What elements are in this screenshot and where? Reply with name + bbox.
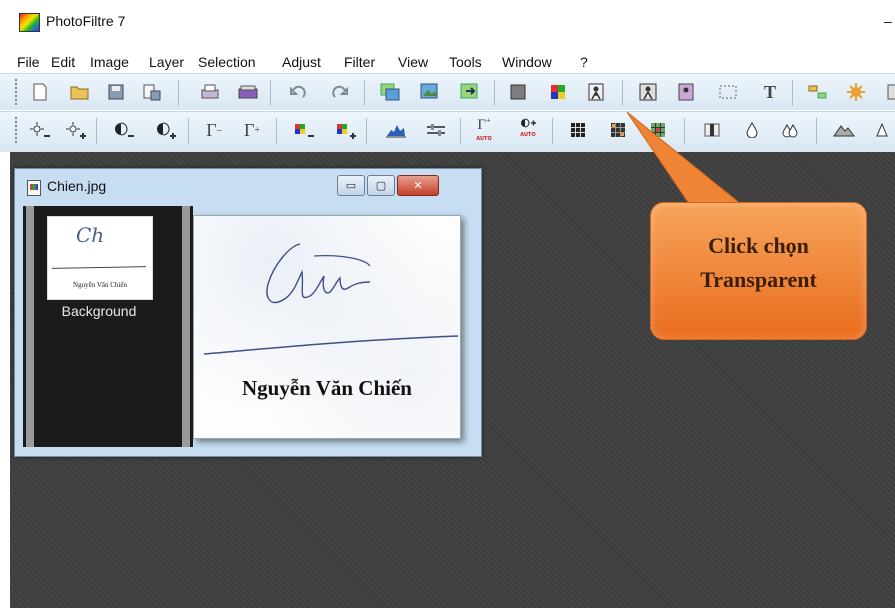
open-icon[interactable] [68,80,92,104]
gamma-minus-icon[interactable]: Γ – [202,118,226,142]
signature-thumb: Ch [76,223,105,247]
auto-label: AUTO [520,132,536,138]
image-canvas[interactable]: Nguyễn Văn Chiến [193,215,461,439]
undo-icon[interactable] [286,80,310,104]
menu-help[interactable]: ? [580,54,588,70]
layer-panel: Ch Nguyễn Văn Chiến Background [23,206,193,447]
menu-bar: File Edit Image Layer Selection Adjust F… [0,40,895,73]
toolbar-separator [188,118,189,144]
callout-text: Click chọn Transparent [651,229,866,297]
toolbar-separator [276,118,277,144]
transparent-color-icon[interactable] [584,80,608,104]
auto-contrast-icon[interactable]: AUTO [516,118,540,142]
saturation-plus-icon[interactable] [334,118,358,142]
filter-toolbar: Γ – Γ + Γ+ AUTO AUTO [0,111,895,152]
toolbar-grip[interactable] [14,78,18,106]
new-icon[interactable] [28,80,52,104]
mosaic-icon[interactable] [566,118,590,142]
thumb-underline [51,266,147,269]
mosaic-dark-icon[interactable] [606,118,630,142]
toolbar-separator [494,80,495,106]
toolbar-separator [364,80,365,106]
gray-square-icon[interactable] [506,80,530,104]
layer-label: Background [61,303,137,319]
minimize-window-button[interactable]: – [884,13,892,29]
document-title: Chien.jpg [47,178,107,194]
export-icon[interactable] [458,80,482,104]
saturation-minus-icon[interactable] [292,118,316,142]
text-icon[interactable]: T [758,80,782,104]
redo-icon[interactable] [328,80,352,104]
frame-icon[interactable] [674,80,698,104]
toolbar-separator [178,80,179,106]
menu-file[interactable]: File [17,54,40,70]
title-bar: PhotoFiltre 7 – [0,0,895,40]
contrast-plus-icon[interactable] [154,118,178,142]
menu-tools[interactable]: Tools [449,54,482,70]
menu-window[interactable]: Window [502,54,552,70]
print-icon[interactable] [198,80,222,104]
histogram-icon[interactable] [384,118,408,142]
toolbar-separator [366,118,367,144]
extra-icon[interactable] [880,80,895,104]
minimize-button[interactable]: ▭ [337,175,365,196]
blur-icon[interactable] [700,118,724,142]
auto-level-icon[interactable]: Γ+ AUTO [472,116,496,142]
app-title: PhotoFiltre 7 [46,13,126,29]
menu-view[interactable]: View [398,54,428,70]
brightness-plus-icon[interactable] [64,118,88,142]
paste-layer-icon[interactable] [418,80,442,104]
save-special-icon[interactable] [140,80,164,104]
duplicate-icon[interactable] [378,80,402,104]
menu-image[interactable]: Image [90,54,129,70]
main-toolbar: T [0,73,895,110]
selection-icon[interactable] [716,80,740,104]
signature-name-text: Nguyễn Văn Chiến [242,376,412,400]
mountain-icon[interactable] [832,118,856,142]
left-margin [0,152,10,608]
menu-adjust[interactable]: Adjust [282,54,321,70]
layers-icon[interactable] [806,80,830,104]
maximize-button[interactable]: ▢ [367,175,395,196]
callout-line-2: Transparent [700,267,817,292]
drops-icon[interactable] [778,118,802,142]
film-holes [23,206,37,447]
layer-thumbnail[interactable]: Ch Nguyễn Văn Chiến [47,216,153,300]
image-file-icon [27,180,41,196]
close-button[interactable]: ✕ [397,175,439,196]
save-icon[interactable] [104,80,128,104]
scan-icon[interactable] [236,80,260,104]
brightness-minus-icon[interactable] [28,118,52,142]
document-window[interactable]: Chien.jpg ▭ ▢ ✕ Ch Nguyễn Văn Chiến Back… [14,168,482,457]
effects-icon[interactable] [844,80,868,104]
app-logo-icon [19,13,40,32]
sharpen-icon[interactable] [870,118,894,142]
curves-icon[interactable] [424,118,448,142]
gamma-plus-icon[interactable]: Γ + [240,118,264,142]
instruction-callout: Click chọn Transparent [650,202,867,340]
menu-layer[interactable]: Layer [149,54,184,70]
menu-edit[interactable]: Edit [51,54,75,70]
toolbar-separator [552,118,553,144]
menu-filter[interactable]: Filter [344,54,375,70]
toolbar-separator [460,118,461,144]
toolbar-separator [792,80,793,106]
callout-line-1: Click chọn [708,233,809,258]
toolbar-separator [816,118,817,144]
drop-icon[interactable] [740,118,764,142]
toolbar-separator [622,80,623,106]
film-holes [179,206,193,447]
contrast-minus-icon[interactable] [112,118,136,142]
transparent-icon[interactable] [636,80,660,104]
thumb-name-text: Nguyễn Văn Chiến [73,281,127,289]
auto-label: AUTO [476,136,492,142]
signature-drawing [203,243,459,355]
menu-selection[interactable]: Selection [198,54,256,70]
toolbar-separator [96,118,97,144]
toolbar-separator [270,80,271,106]
color-palette-icon[interactable] [546,80,570,104]
toolbar-separator [684,118,685,144]
toolbar-grip[interactable] [14,116,18,144]
mosaic-color-icon[interactable] [646,118,670,142]
